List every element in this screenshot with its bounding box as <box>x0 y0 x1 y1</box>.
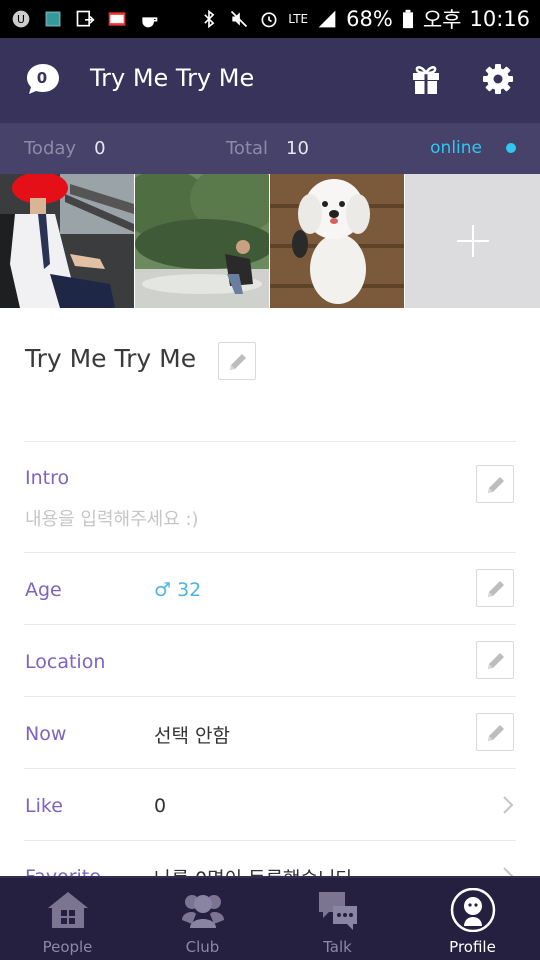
online-status: online <box>430 138 482 158</box>
profile-photo-1[interactable] <box>0 174 134 308</box>
like-value: 0 <box>154 795 167 817</box>
total-label: Total <box>226 138 269 159</box>
nav-people[interactable]: People <box>0 878 135 960</box>
network-type: LTE <box>288 12 309 26</box>
nav-label: Profile <box>449 938 496 956</box>
pencil-icon <box>488 725 504 741</box>
nav-label: Club <box>185 938 220 956</box>
divider <box>24 696 516 697</box>
edit-location-button[interactable] <box>476 641 514 679</box>
status-bar: U LTE 68% 오후 10:16 <box>0 0 540 38</box>
house-icon <box>48 892 88 928</box>
nav-club[interactable]: Club <box>135 878 270 960</box>
divider <box>24 768 516 769</box>
battery-percent: 68% <box>346 7 393 31</box>
today-value: 0 <box>94 138 106 159</box>
pencil-icon <box>488 581 504 597</box>
mute-icon <box>231 10 248 28</box>
divider <box>24 552 516 553</box>
age-label: Age <box>25 579 62 601</box>
nav-talk[interactable]: Talk <box>270 878 405 960</box>
nav-label: People <box>42 938 93 956</box>
today-label: Today <box>24 138 77 159</box>
intro-placeholder[interactable]: 내용을 입력해주세요 :) <box>25 505 199 531</box>
message-count: 0 <box>36 69 48 87</box>
total-stat: Total 10 <box>226 138 309 159</box>
divider <box>24 840 516 841</box>
video-icon <box>108 12 126 26</box>
app-header: 0 Try Me Try Me <box>0 38 540 123</box>
header-title: Try Me Try Me <box>90 64 255 92</box>
pencil-icon <box>488 653 504 669</box>
photo-strip <box>0 174 540 308</box>
app-screen: U LTE 68% 오후 10:16 0 Try Me Try Me Today… <box>0 0 540 960</box>
bluetooth-icon <box>204 9 215 29</box>
nav-profile[interactable]: Profile <box>405 878 540 960</box>
pencil-icon <box>488 477 504 493</box>
gift-icon[interactable] <box>410 63 442 95</box>
age-value: ♂ 32 <box>154 579 202 601</box>
total-value: 10 <box>286 138 309 159</box>
bottom-navigation: People Club Talk Profile <box>0 876 540 960</box>
profile-photo-3[interactable] <box>270 174 404 308</box>
ampm: 오후 <box>422 8 462 32</box>
chevron-right-icon <box>503 867 514 876</box>
club-icon <box>182 895 224 928</box>
alarm-icon <box>261 12 277 28</box>
nav-label: Talk <box>323 938 352 956</box>
favorite-label: Favorite <box>25 866 101 876</box>
gallery-icon <box>45 11 61 27</box>
app-notification-icon: U <box>12 10 30 28</box>
pencil-icon <box>230 354 246 370</box>
gear-icon[interactable] <box>482 63 514 95</box>
signal-icon <box>318 10 336 28</box>
edit-name-button[interactable] <box>218 342 256 380</box>
coffee-icon <box>142 17 158 28</box>
screen-share-icon <box>76 10 95 27</box>
intro-label: Intro <box>25 467 70 489</box>
online-dot-icon <box>506 143 516 153</box>
location-label: Location <box>25 651 106 673</box>
profile-icon <box>450 888 496 932</box>
edit-now-button[interactable] <box>476 713 514 751</box>
clock: 10:16 <box>469 7 530 31</box>
status-system: LTE 68% 오후 10:16 <box>198 4 530 34</box>
profile-content[interactable]: Try Me Try Me Intro 내용을 입력해주세요 :) Age ♂ … <box>0 308 540 876</box>
today-stat: Today 0 <box>24 138 106 159</box>
now-value: 선택 안함 <box>154 725 230 747</box>
status-notifications: U <box>10 9 160 29</box>
visit-stats-bar: Today 0 Total 10 online <box>0 123 540 174</box>
svg-text:U: U <box>17 13 25 26</box>
edit-age-button[interactable] <box>476 569 514 607</box>
profile-name: Try Me Try Me <box>25 344 197 373</box>
add-photo-button[interactable] <box>405 174 540 308</box>
battery-icon <box>402 9 413 29</box>
chevron-right-icon <box>503 796 514 814</box>
now-label: Now <box>25 723 67 745</box>
chat-icon <box>319 892 357 930</box>
divider <box>24 441 516 442</box>
like-label: Like <box>25 795 63 817</box>
profile-photo-2[interactable] <box>135 174 269 308</box>
edit-intro-button[interactable] <box>476 465 514 503</box>
favorite-value: 나를 0명이 등록했습니다 <box>154 864 353 876</box>
divider <box>24 624 516 625</box>
